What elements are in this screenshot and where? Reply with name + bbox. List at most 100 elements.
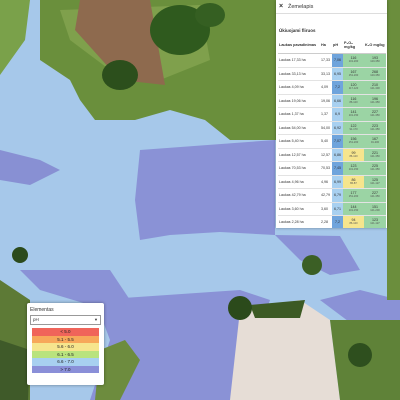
k2o-cell: 167 91-200	[364, 134, 386, 149]
field-area-cell: 4,96	[320, 175, 332, 189]
k2o-cell: 221 121-350	[364, 148, 386, 162]
table-header: Laukas pavadinimas Ha pH P₂O₅ mg/kg K₂O …	[278, 37, 386, 54]
field-area-cell: 5,40	[320, 134, 332, 149]
field-area-cell: 19,06	[320, 94, 332, 108]
table-row[interactable]: Laukas 70,53 ha 70,53 7,45 123 101-150 225 121…	[278, 161, 386, 176]
k2o-cell: 193 120-350	[364, 53, 386, 68]
field-area-cell: 42,79	[320, 188, 332, 203]
legend-item: 5.1 - 5.5	[32, 335, 99, 343]
k2o-cell: 227 121-350	[364, 188, 386, 203]
field-name-cell: Laukas 33,13 ha	[278, 67, 320, 81]
p2o5-cell: 141 101-150	[343, 107, 364, 122]
close-icon[interactable]: ×	[276, 3, 286, 10]
k2o-range: 121-127	[370, 181, 380, 185]
p2o5-range: 117-120	[348, 87, 359, 91]
ph-cell: 7,07	[332, 134, 343, 149]
table-row[interactable]: Laukas 1,37 ha 1,37 6,9 141 101-150 227 121-35…	[278, 107, 386, 122]
field-name-cell: Laukas 12,57 ha	[278, 148, 320, 162]
element-select-value: pH	[33, 317, 39, 322]
table-row[interactable]: Laukas 42,79 ha 42,79 6,79 177 151-200 227 121…	[278, 188, 386, 203]
p2o5-range: 101-200	[348, 60, 359, 64]
legend-item: 6.1 - 6.5	[32, 350, 99, 358]
field-name-cell: Laukas 42,79 ha	[278, 188, 320, 203]
legend-item: > 7.0	[32, 365, 99, 373]
field-area-cell: 17,33	[320, 53, 332, 68]
p2o5-cell: 94 86-120	[343, 215, 364, 228]
table-row[interactable]: Laukas 4,09 ha 4,09 7,2 120 117-120 210 121-30…	[278, 80, 386, 95]
field-name-cell: Laukas 4,96 ha	[278, 175, 320, 189]
ph-value: 6,9	[335, 112, 340, 117]
table-row[interactable]: Laukas 5,40 ha 5,40 7,07 156 151-200 167 91-20…	[278, 134, 386, 149]
table-row[interactable]: Laukas 3,60 ha 3,60 6,71 144 101-150 151 121-2…	[278, 202, 386, 216]
field-area-cell: 12,57	[320, 148, 332, 162]
fields-table: Laukas pavadinimas Ha pH P₂O₅ mg/kg K₂O …	[278, 37, 386, 228]
p2o5-cell: 144 101-150	[343, 202, 364, 216]
p2o5-cell: 86 86-87	[343, 175, 364, 189]
k2o-cell: 268 120-350	[364, 67, 386, 81]
k2o-range: 120-350	[370, 60, 380, 64]
ph-cell: 6,95	[332, 67, 343, 81]
p2o5-cell: 123 101-150	[343, 161, 364, 176]
table-row[interactable]: Laukas 54,00 ha 54,00 6,92 122 91-170 223 121-…	[278, 121, 386, 135]
k2o-range: 121-350	[370, 168, 380, 172]
p2o5-range: 91-170	[349, 127, 358, 131]
field-area-cell: 2,28	[320, 215, 332, 228]
chevron-down-icon: ▼	[94, 317, 98, 322]
k2o-range: 121-300	[370, 87, 380, 91]
k2o-cell: 223 121-350	[364, 121, 386, 135]
p2o5-cell: 167 151-200	[343, 67, 364, 81]
k2o-range: 121-350	[370, 100, 380, 104]
table-row[interactable]: Laukas 19,06 ha 19,06 6,66 116 86-120 196 121-…	[278, 94, 386, 108]
column-header-k2o[interactable]: K₂O mg/kg	[364, 37, 386, 54]
table-row[interactable]: Laukas 12,57 ha 12,57 6,86 99 86-120 221 121-3…	[278, 148, 386, 162]
table-row[interactable]: Laukas 2,28 ha 2,28 7,2 94 86-120 123 121-127	[278, 215, 386, 228]
field-area-cell: 33,13	[320, 67, 332, 81]
field-area-cell: 3,60	[320, 202, 332, 216]
p2o5-range: 86-120	[349, 222, 358, 226]
ph-value: 6,66	[334, 98, 341, 103]
p2o5-range: 86-87	[350, 181, 357, 185]
table-row[interactable]: Laukas 4,96 ha 4,96 6,99 86 86-87 125 121-127	[278, 175, 386, 189]
ph-cell: 6,79	[332, 188, 343, 203]
legend: Elementas pH ▼ < 5.0 5.1 - 5.5 5.6 - 6.0 6.…	[27, 303, 104, 385]
p2o5-range: 151-200	[348, 195, 359, 199]
column-header-ph[interactable]: pH	[332, 37, 343, 54]
field-name-cell: Laukas 70,53 ha	[278, 161, 320, 176]
k2o-range: 121-350	[370, 114, 380, 118]
legend-item: 6.6 - 7.0	[32, 358, 99, 366]
field-name-cell: Laukas 4,09 ha	[278, 80, 320, 95]
k2o-range: 121-350	[370, 195, 380, 199]
ph-value: 7,07	[334, 139, 341, 144]
table-row[interactable]: Laukas 33,13 ha 33,13 6,95 167 151-200 268 120…	[278, 67, 386, 81]
panel-title: Žemelapis	[288, 3, 314, 10]
field-name-cell: Laukas 17,33 ha	[278, 53, 320, 68]
table-row[interactable]: Laukas 17,33 ha 17,33 7,06 116 101-200 193 120…	[278, 53, 386, 68]
ph-value: 7,06	[334, 58, 341, 63]
ph-cell: 6,92	[332, 121, 343, 135]
p2o5-cell: 177 151-200	[343, 188, 364, 203]
ph-cell: 6,99	[332, 175, 343, 189]
element-select[interactable]: pH ▼	[30, 315, 101, 325]
p2o5-cell: 116 101-200	[343, 53, 364, 68]
field-name-cell: Laukas 3,60 ha	[278, 202, 320, 216]
k2o-cell: 210 121-300	[364, 80, 386, 95]
field-name-cell: Laukas 2,28 ha	[278, 215, 320, 228]
p2o5-range: 86-120	[349, 154, 358, 158]
column-header-name[interactable]: Laukas pavadinimas	[278, 37, 320, 54]
field-name-cell: Laukas 5,40 ha	[278, 134, 320, 149]
p2o5-range: 101-150	[348, 168, 359, 172]
p2o5-cell: 116 86-120	[343, 94, 364, 108]
k2o-cell: 227 121-350	[364, 107, 386, 122]
legend-item: < 5.0	[32, 328, 99, 336]
column-header-p2o5[interactable]: P₂O₅ mg/kg	[343, 37, 364, 54]
k2o-range: 121-127	[370, 222, 380, 226]
ph-cell: 7,06	[332, 53, 343, 68]
k2o-cell: 151 121-200	[364, 202, 386, 216]
column-header-ha[interactable]: Ha	[320, 37, 332, 54]
ph-value: 6,71	[334, 206, 341, 211]
p2o5-range: 101-150	[348, 208, 359, 212]
ph-value: 7,45	[334, 166, 341, 171]
p2o5-cell: 156 151-200	[343, 134, 364, 149]
k2o-cell: 225 121-350	[364, 161, 386, 176]
ph-value: 6,99	[334, 179, 341, 184]
